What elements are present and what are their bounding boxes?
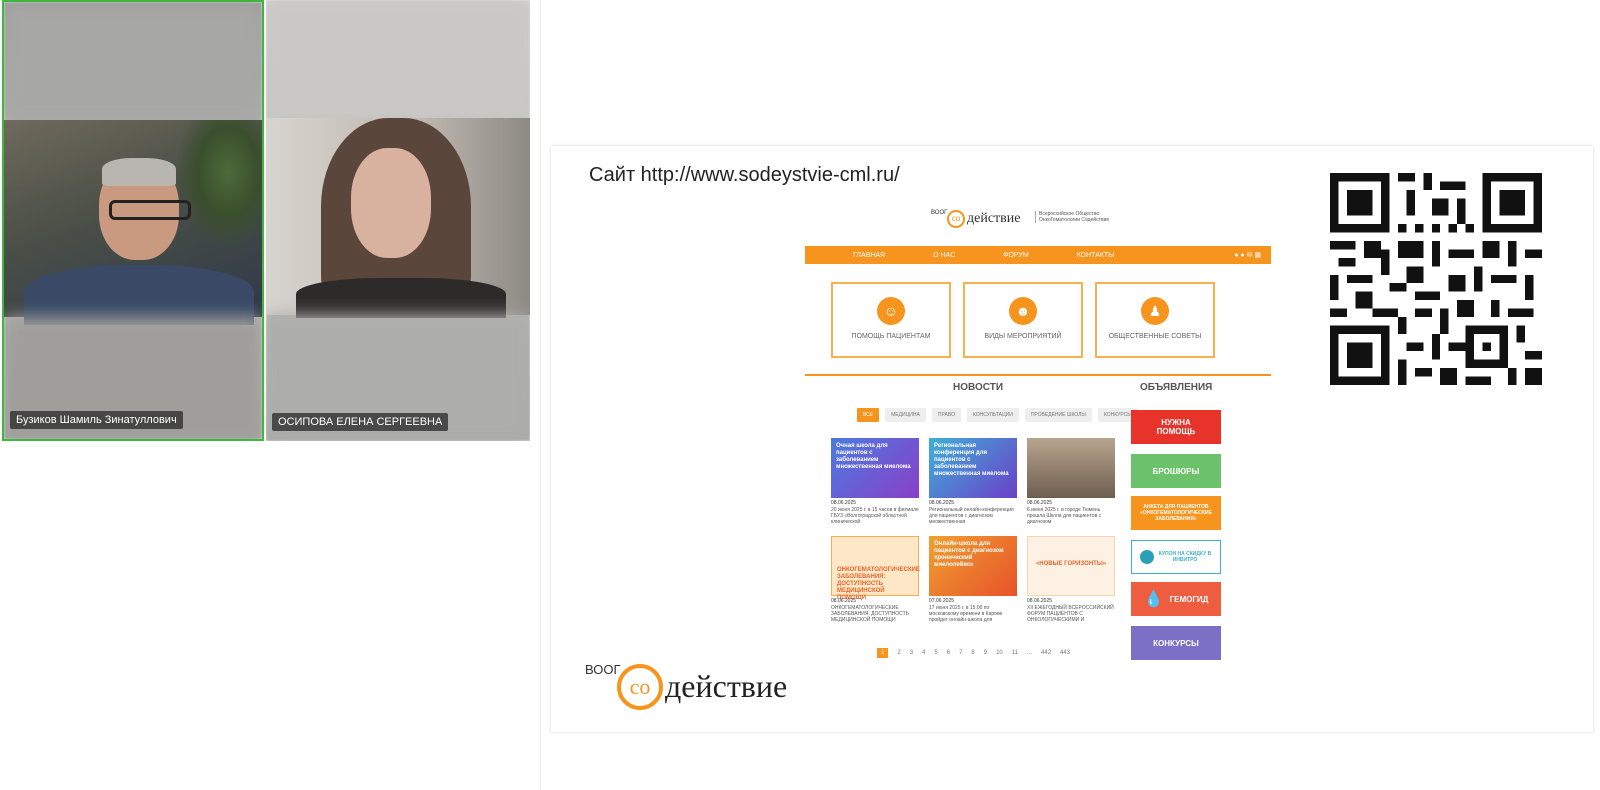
news-card-image: «НОВЫЕ ГОРИЗОНТЫ» (1027, 536, 1115, 596)
nav-item: О НАС (933, 251, 956, 259)
person-hair (102, 158, 176, 186)
news-card-photo (1027, 438, 1115, 498)
news-card-image: ОНКОГЕМАТОЛОГИЧЕСКИЕ ЗАБОЛЕВАНИЯ: ДОСТУП… (831, 536, 920, 601)
page-number: 4 (922, 650, 926, 656)
councils-icon: ♟ (1141, 297, 1169, 325)
help-needed-button: НУЖНА ПОМОЩЬ (1131, 410, 1221, 444)
page-number: 3 (909, 650, 914, 656)
blurred-band-top (4, 2, 262, 120)
blurred-band-top (266, 0, 530, 118)
logo-prefix: ВООГ (585, 662, 621, 677)
website-screenshot: ВООГ со действие Всероссийское Общество … (805, 206, 1271, 666)
category-label: ВИДЫ МЕРОПРИЯТИЙ (984, 333, 1062, 340)
news-card: ОНКОГЕМАТОЛОГИЧЕСКИЕ ЗАБОЛЕВАНИЯ: ДОСТУП… (831, 536, 920, 624)
soдействие-logo: ВООГ со действие (585, 658, 845, 718)
nav-item: ФОРУМ (1003, 251, 1029, 259)
panel-divider (540, 0, 541, 790)
participant-name-tag: Бузиков Шамиль Зинатуллович (10, 411, 183, 429)
participant-name-tag: ОСИПОВА ЕЛЕНА СЕРГЕЕВНА (272, 413, 449, 431)
gemogid-button: 💧 ГЕМОГИД (1131, 582, 1221, 616)
nav-item: ГЛАВНАЯ (853, 251, 886, 259)
qr-code-icon (1330, 173, 1542, 385)
news-card: Онлайн-школа для пациентов с диагнозом х… (929, 536, 1017, 624)
site-header-logo: ВООГ со действие Всероссийское Общество … (931, 206, 1131, 236)
news-card-image: Очная школа для пациентов с заболеванием… (831, 438, 919, 498)
page-number: 8 (971, 650, 975, 656)
filter-chip: ПРОВЕДЕНИЕ ШКОЛЫ (1024, 408, 1092, 422)
page-number: 6 (946, 650, 951, 656)
category-card: ♟ ОБЩЕСТВЕННЫЕ СОВЕТЫ (1095, 282, 1215, 358)
video-feed (4, 120, 262, 325)
category-label: ПОМОЩЬ ПАЦИЕНТАМ (851, 333, 931, 340)
filter-chip: КОНСУЛЬТАЦИИ (966, 408, 1019, 422)
page-number: 2 (897, 650, 901, 656)
news-card-image: Региональная конференция для пациентов с… (929, 438, 1017, 498)
news-card: 08.06.2025 6 июня 2025 г. в городе Тюмен… (1027, 438, 1115, 526)
shared-screen-slide[interactable]: Сайт http://www.sodeystvie-cml.ru/ ВООГ … (551, 146, 1593, 732)
page-number: 7 (959, 650, 963, 656)
ads-heading: ОБЪЯВЛЕНИЯ (1140, 382, 1213, 393)
category-label: ОБЩЕСТВЕННЫЕ СОВЕТЫ (1108, 333, 1202, 340)
news-card-image: Онлайн-школа для пациентов с диагнозом х… (929, 536, 1017, 596)
person-body (296, 278, 506, 318)
page-number: 5 (934, 650, 938, 656)
section-divider (805, 374, 1271, 376)
filter-chip: МЕДИЦИНА (885, 408, 926, 422)
filter-chip: ПРАВО (931, 408, 961, 422)
gemogid-label: ГЕМОГИД (1169, 594, 1209, 604)
page-number: 10 (996, 650, 1003, 656)
drop-icon: 💧 (1143, 591, 1164, 608)
category-card: ☺ ПОМОЩЬ ПАЦИЕНТАМ (831, 282, 951, 358)
page-number: 9 (983, 650, 988, 656)
page-number: 442 (1041, 650, 1052, 656)
brochures-button: БРОШЮРЫ (1131, 454, 1221, 488)
nav-item: КОНТАКТЫ (1076, 251, 1115, 259)
page-number: 11 (1011, 650, 1019, 656)
news-filters: ВСЕ МЕДИЦИНА ПРАВО КОНСУЛЬТАЦИИ ПРОВЕДЕН… (857, 408, 1144, 422)
page-number: ... (1027, 650, 1033, 656)
site-header-brand: действие (967, 211, 1021, 226)
news-heading: НОВОСТИ (953, 382, 1004, 393)
invitro-icon (1140, 550, 1154, 564)
person-body (24, 265, 254, 325)
slide-title: Сайт http://www.sodeystvie-cml.ru/ (589, 164, 900, 186)
video-tile-osipova[interactable]: ОСИПОВА ЕЛЕНА СЕРГЕЕВНА (266, 0, 530, 441)
page-number: 443 (1060, 650, 1071, 656)
filter-chip: ВСЕ (857, 408, 880, 422)
site-nav-bar: ГЛАВНАЯ О НАС ФОРУМ КОНТАКТЫ ● ● ✉ ▦ (805, 246, 1271, 264)
news-pagination: 1 2 3 4 5 6 7 8 9 10 11 ... 442 443 (877, 648, 1079, 658)
news-card: Региональная конференция для пациентов с… (929, 438, 1017, 526)
social-icons: ● ● ✉ ▦ (1234, 252, 1261, 259)
video-tile-buzikov[interactable]: Бузиков Шамиль Зинатуллович (2, 0, 264, 441)
site-header-prefix: ВООГ (931, 210, 948, 216)
co-logo-icon: со (947, 210, 965, 228)
events-icon: ☻ (1009, 297, 1037, 325)
person-face (351, 148, 431, 258)
news-card: Очная школа для пациентов с заболеванием… (831, 438, 919, 526)
invitro-coupon-button: КУПОН НА СКИДКУ В ИНВИТРО (1131, 540, 1221, 574)
patient-help-icon: ☺ (877, 297, 905, 325)
news-card: «НОВЫЕ ГОРИЗОНТЫ» 08.06.2025 XII ЕЖЕГОДН… (1027, 536, 1115, 624)
survey-button: АНКЕТА ДЛЯ ПАЦИЕНТОВ «ОНКОГЕМАТОЛОГИЧЕСК… (1131, 496, 1221, 530)
site-header-org: Всероссийское Общество ОнкоГематологии С… (1035, 211, 1123, 223)
coupon-label: КУПОН НА СКИДКУ В ИНВИТРО (1158, 551, 1212, 563)
glasses (109, 200, 191, 220)
category-card: ☻ ВИДЫ МЕРОПРИЯТИЙ (963, 282, 1083, 358)
co-logo-icon: со (617, 664, 663, 710)
page-number: 1 (877, 648, 889, 658)
plant-shape (174, 120, 262, 250)
contests-button: КОНКУРСЫ (1131, 626, 1221, 660)
video-feed (266, 118, 530, 318)
logo-brand: действие (665, 668, 788, 704)
